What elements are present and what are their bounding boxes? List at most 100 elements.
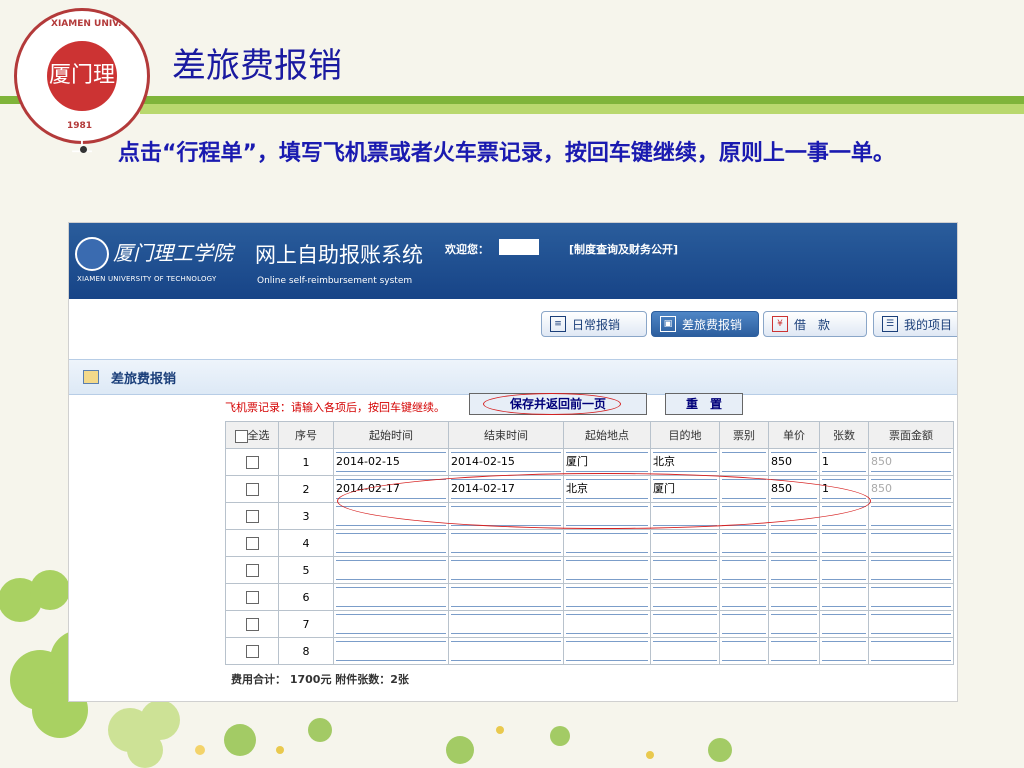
type-input[interactable]	[722, 560, 766, 580]
amount-input[interactable]	[871, 560, 951, 580]
end-input[interactable]: 2014-02-15	[451, 452, 561, 472]
price-input[interactable]	[771, 587, 817, 607]
count-input[interactable]	[822, 560, 866, 580]
select-all-header[interactable]: 全选	[225, 421, 279, 449]
row-checkbox[interactable]	[245, 644, 259, 658]
to-input[interactable]	[653, 560, 717, 580]
start-input[interactable]	[336, 587, 446, 607]
reset-button[interactable]: 重 置	[665, 393, 743, 415]
cell-type	[719, 556, 769, 584]
column-header: 票面金额	[868, 421, 954, 449]
row-checkbox[interactable]	[245, 563, 259, 577]
annotation-oval-save	[483, 393, 621, 415]
end-input[interactable]	[451, 614, 561, 634]
policy-link[interactable]: [制度查询及财务公开]	[569, 241, 678, 257]
toolbar-label: 日常报销	[572, 317, 621, 332]
to-input[interactable]	[653, 587, 717, 607]
row-select-cell	[225, 610, 279, 638]
type-input[interactable]	[722, 614, 766, 634]
cell-from	[563, 637, 651, 665]
end-input[interactable]	[451, 641, 561, 661]
cell-amount	[868, 556, 954, 584]
amount-input[interactable]: 850	[871, 452, 951, 472]
travel-reimbursement-button[interactable]: ▣ 差旅费报销	[651, 311, 759, 337]
column-header: 单价	[768, 421, 820, 449]
cell-amount	[868, 502, 954, 530]
cell-end	[448, 583, 564, 611]
from-input[interactable]	[566, 641, 648, 661]
start-input[interactable]: 2014-02-15	[336, 452, 446, 472]
from-input[interactable]	[566, 587, 648, 607]
row-checkbox[interactable]	[245, 509, 259, 523]
loan-button[interactable]: ¥ 借 款	[763, 311, 867, 337]
end-input[interactable]	[451, 560, 561, 580]
to-input[interactable]	[653, 533, 717, 553]
from-input[interactable]	[566, 560, 648, 580]
cell-amount	[868, 529, 954, 557]
amount-input[interactable]	[871, 641, 951, 661]
cell-to	[650, 556, 720, 584]
logo-ring-text: XIAMEN UNIV.	[51, 19, 122, 29]
system-title-en: Online self-reimbursement system	[257, 276, 413, 286]
price-input[interactable]	[771, 533, 817, 553]
user-name-mask	[499, 239, 539, 255]
cell-to	[650, 610, 720, 638]
cell-start	[333, 529, 449, 557]
cell-start	[333, 583, 449, 611]
cell-end: 2014-02-15	[448, 448, 564, 476]
daily-reimbursement-button[interactable]: ≡ 日常报销	[541, 311, 647, 337]
row-checkbox[interactable]	[245, 482, 259, 496]
count-input[interactable]	[822, 641, 866, 661]
column-header: 结束时间	[448, 421, 564, 449]
to-input[interactable]: 北京	[653, 452, 717, 472]
count-input[interactable]	[822, 533, 866, 553]
count-input[interactable]	[822, 614, 866, 634]
section-header: 差旅费报销	[69, 359, 957, 395]
cell-type	[719, 583, 769, 611]
count-input[interactable]	[822, 587, 866, 607]
slide-accent-bar	[0, 96, 1024, 104]
to-input[interactable]	[653, 641, 717, 661]
start-input[interactable]	[336, 560, 446, 580]
select-all-checkbox[interactable]	[234, 429, 248, 443]
amount-input[interactable]	[871, 533, 951, 553]
cell-price	[768, 529, 820, 557]
start-input[interactable]	[336, 641, 446, 661]
amount-input[interactable]	[871, 614, 951, 634]
end-input[interactable]	[451, 533, 561, 553]
end-input[interactable]	[451, 587, 561, 607]
row-number: 8	[278, 637, 334, 665]
price-input[interactable]	[771, 560, 817, 580]
row-checkbox[interactable]	[245, 590, 259, 604]
start-input[interactable]	[336, 533, 446, 553]
from-input[interactable]	[566, 614, 648, 634]
price-input[interactable]	[771, 614, 817, 634]
row-checkbox[interactable]	[245, 536, 259, 550]
cell-price: 850	[768, 448, 820, 476]
type-input[interactable]	[722, 452, 766, 472]
start-input[interactable]	[336, 614, 446, 634]
count-input[interactable]: 1	[822, 452, 866, 472]
annotation-oval-rows	[337, 473, 871, 529]
row-checkbox[interactable]	[245, 617, 259, 631]
amount-input[interactable]	[871, 587, 951, 607]
amount-input[interactable]	[871, 506, 951, 526]
row-checkbox[interactable]	[245, 455, 259, 469]
amount-input[interactable]: 850	[871, 479, 951, 499]
price-input[interactable]	[771, 641, 817, 661]
type-input[interactable]	[722, 641, 766, 661]
to-input[interactable]	[653, 614, 717, 634]
price-input[interactable]: 850	[771, 452, 817, 472]
cell-to	[650, 583, 720, 611]
cell-count	[819, 583, 869, 611]
toolbar: ≡ 日常报销 ▣ 差旅费报销 ¥ 借 款 ☰ 我的项目	[69, 299, 957, 355]
type-input[interactable]	[722, 533, 766, 553]
type-input[interactable]	[722, 587, 766, 607]
loan-icon: ¥	[772, 316, 788, 332]
cell-price	[768, 583, 820, 611]
row-number: 1	[278, 448, 334, 476]
from-input[interactable]: 厦门	[566, 452, 648, 472]
cell-end	[448, 529, 564, 557]
my-projects-button[interactable]: ☰ 我的项目	[873, 311, 957, 337]
from-input[interactable]	[566, 533, 648, 553]
